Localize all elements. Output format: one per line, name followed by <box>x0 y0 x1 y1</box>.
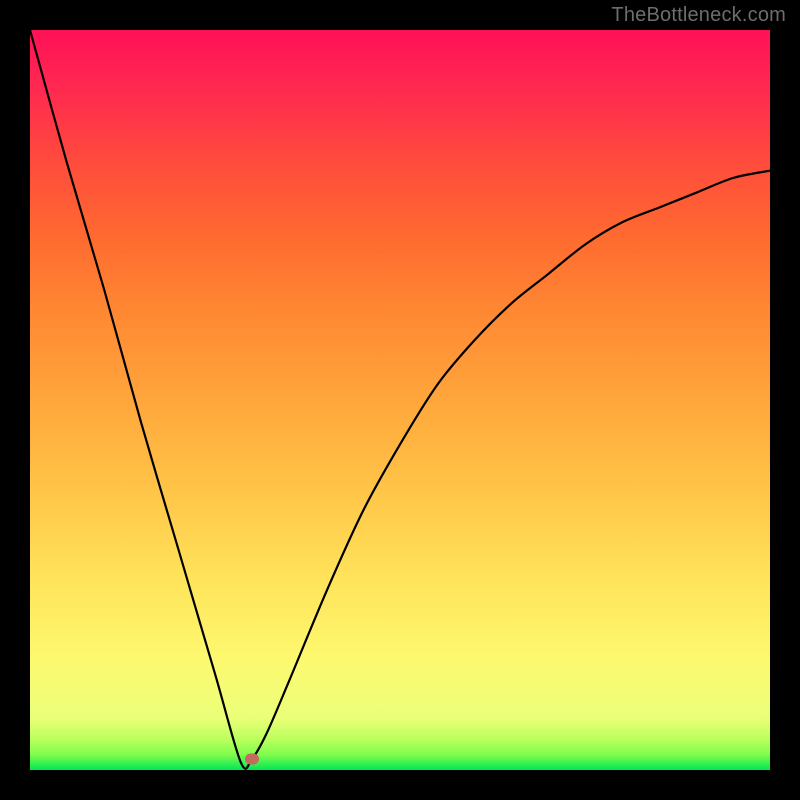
bottleneck-curve <box>30 30 770 770</box>
watermark-text: TheBottleneck.com <box>611 4 786 27</box>
chart-plot-area <box>30 30 770 770</box>
chart-frame: TheBottleneck.com <box>0 0 800 800</box>
optimal-point-marker <box>245 753 259 764</box>
